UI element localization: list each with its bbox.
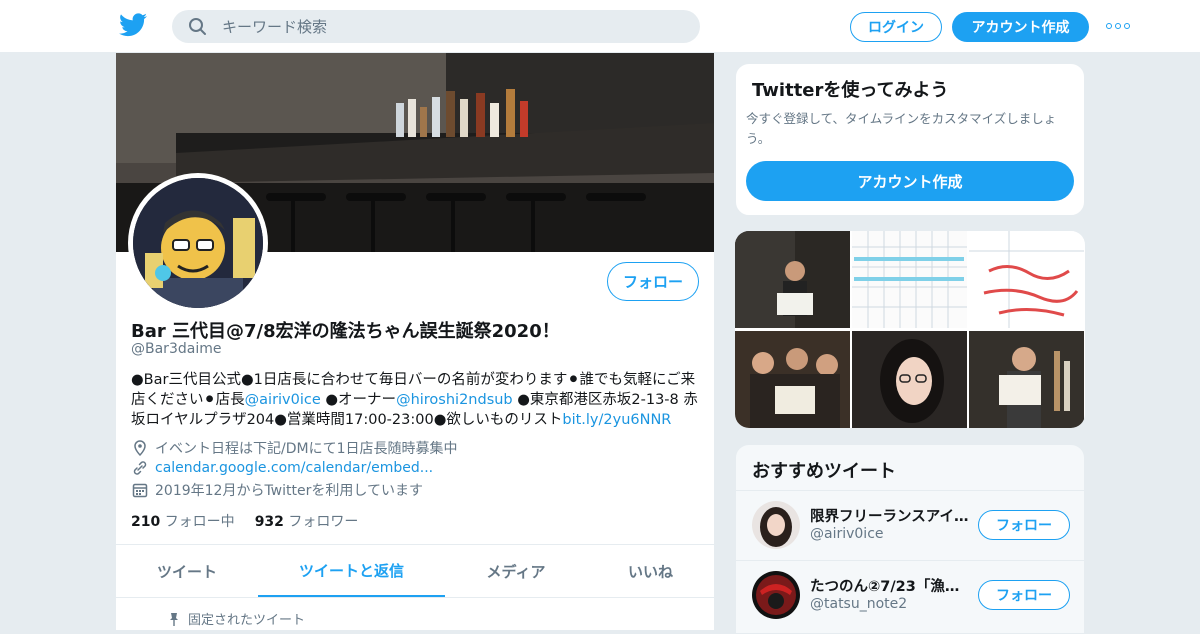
profile-joined: 2019年12月からTwitterを利用しています: [131, 480, 423, 500]
recommended-handle[interactable]: @airiv0ice: [810, 526, 884, 542]
location-text: イベント日程は下記/DMにて1日店長随時募集中: [155, 441, 458, 457]
avatar-illustration: [133, 178, 263, 308]
following-stat[interactable]: 210 フォロー中: [131, 511, 235, 531]
recommended-name[interactable]: 限界フリーランスアイリ…: [810, 505, 970, 526]
recommended-avatar[interactable]: [752, 571, 800, 619]
followers-count: 932: [254, 514, 284, 530]
sidebar-signup-button[interactable]: アカウント作成: [746, 161, 1074, 201]
top-navigation-bar: ログイン アカウント作成: [0, 0, 1200, 53]
profile-tabs: ツイート ツイートと返信 メディア いいね: [116, 544, 714, 598]
signup-prompt-text: 今すぐ登録して、タイムラインをカスタマイズしましょう。: [746, 111, 1057, 146]
tab-media[interactable]: メディア: [445, 545, 587, 597]
bio-mention-link[interactable]: @hiroshi2ndsub: [396, 392, 513, 408]
profile-name: Bar 三代目@7/8宏洋の隆法ちゃん誤生誕祭2020！: [131, 321, 560, 342]
follow-button[interactable]: フォロー: [607, 262, 699, 301]
recommended-accounts-card: おすすめツイート 限界フリーランスアイリ… @airiv0ice フォロー たつ…: [735, 444, 1085, 634]
profile-location: イベント日程は下記/DMにて1日店長随時募集中: [131, 438, 457, 458]
signup-button[interactable]: アカウント作成: [952, 12, 1089, 42]
pin-icon: [170, 612, 178, 626]
recommended-account[interactable]: たつのん②7/23「漁師とし… @tatsu_note2 フォロー: [736, 560, 1084, 630]
signup-prompt-title: Twitterを使ってみよう: [752, 80, 949, 101]
media-thumbnail[interactable]: [735, 331, 850, 428]
recommended-title: おすすめツイート: [752, 461, 896, 482]
profile-handle[interactable]: @Bar3daime: [131, 341, 221, 357]
media-thumbnail[interactable]: [969, 231, 1084, 328]
profile-url: calendar.google.com/calendar/embed...: [131, 459, 433, 477]
pinned-text: 固定されたツイート: [188, 613, 306, 628]
twitter-bird-icon[interactable]: [119, 13, 147, 37]
media-thumbnail[interactable]: [852, 231, 967, 328]
login-button[interactable]: ログイン: [850, 12, 942, 42]
media-thumbnail[interactable]: [735, 231, 850, 328]
profile-url-link[interactable]: calendar.google.com/calendar/embed...: [155, 460, 433, 476]
tab-likes[interactable]: いいね: [587, 545, 714, 597]
tab-tweets[interactable]: ツイート: [116, 545, 258, 597]
profile-bio: ●Bar三代目公式●1日店長に合わせて毎日バーの名前が変わります⚫︎誰でも気軽に…: [131, 370, 703, 430]
followers-label: フォロワー: [288, 514, 359, 530]
recommended-handle[interactable]: @tatsu_note2: [810, 596, 907, 612]
bio-url-link[interactable]: bit.ly/2yu6NNR: [562, 412, 671, 428]
media-grid: [735, 231, 1085, 428]
search-icon: [189, 18, 206, 35]
signup-prompt-card: Twitterを使ってみよう 今すぐ登録して、タイムラインをカスタマイズしましょ…: [735, 63, 1085, 216]
recommended-avatar[interactable]: [752, 501, 800, 549]
joined-text: 2019年12月からTwitterを利用しています: [155, 483, 423, 499]
more-options-icon[interactable]: [1106, 20, 1130, 32]
bio-text: ●オーナー: [320, 392, 397, 408]
following-count: 210: [131, 514, 161, 530]
media-thumbnail[interactable]: [852, 331, 967, 428]
profile-avatar[interactable]: [128, 173, 268, 313]
bio-mention-link[interactable]: @airiv0ice: [245, 392, 321, 408]
search-box[interactable]: [172, 10, 700, 43]
profile-stats: 210 フォロー中 932 フォロワー: [131, 511, 358, 531]
calendar-icon: [132, 483, 148, 498]
recommended-follow-button[interactable]: フォロー: [978, 580, 1070, 610]
profile-card: フォロー Bar 三代目@7/8宏洋の隆法ちゃん誤生誕祭2020！ @Bar3d…: [116, 53, 714, 630]
recommended-name[interactable]: たつのん②7/23「漁師とし…: [810, 575, 970, 596]
media-thumbnail[interactable]: [969, 331, 1084, 428]
followers-stat[interactable]: 932 フォロワー: [255, 511, 359, 531]
search-input[interactable]: [222, 10, 682, 43]
location-pin-icon: [134, 440, 146, 457]
recommended-follow-button[interactable]: フォロー: [978, 510, 1070, 540]
recommended-account[interactable]: 限界フリーランスアイリ… @airiv0ice フォロー: [736, 490, 1084, 560]
link-icon: [133, 461, 147, 475]
following-label: フォロー中: [164, 514, 235, 530]
pinned-tweet-label: 固定されたツイート: [168, 609, 305, 628]
tab-tweets-and-replies[interactable]: ツイートと返信: [258, 545, 445, 597]
